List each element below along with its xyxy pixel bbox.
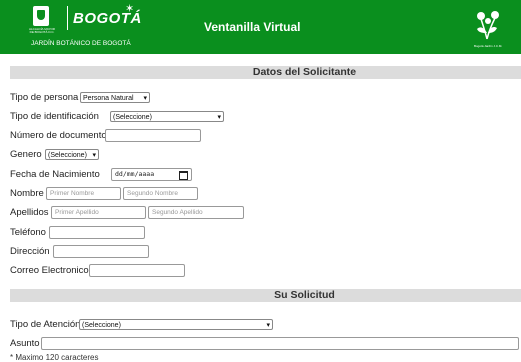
segundo-nombre-input[interactable]: Segundo Nombre bbox=[123, 187, 198, 200]
direccion-input[interactable] bbox=[53, 245, 149, 258]
primer-apellido-placeholder: Primer Apellido bbox=[55, 209, 99, 216]
chevron-down-icon: ▾ bbox=[217, 114, 221, 121]
tipo-id-select[interactable]: (Seleccione) ▾ bbox=[110, 111, 224, 122]
genero-label: Genero bbox=[10, 149, 42, 160]
direccion-row: Dirección bbox=[10, 245, 149, 259]
asunto-label: Asunto bbox=[10, 338, 40, 349]
section-title: Datos del Solicitante bbox=[252, 66, 357, 78]
tipo-atencion-value: (Seleccione) bbox=[82, 322, 121, 329]
correo-input[interactable] bbox=[89, 264, 185, 277]
telefono-row: Teléfono bbox=[10, 226, 145, 240]
section-header-solicitud: Su Solicitud bbox=[10, 289, 521, 302]
num-doc-input[interactable] bbox=[105, 129, 201, 142]
chevron-down-icon: ▾ bbox=[143, 95, 147, 102]
primer-apellido-input[interactable]: Primer Apellido bbox=[51, 206, 146, 219]
correo-row: Correo Electronico bbox=[10, 264, 185, 278]
telefono-input[interactable] bbox=[49, 226, 145, 239]
tipo-id-value: (Seleccione) bbox=[113, 114, 152, 121]
genero-value: (Seleccione) bbox=[48, 152, 87, 159]
star-figure-icon: ✶ bbox=[125, 3, 135, 15]
chevron-down-icon: ▾ bbox=[92, 152, 96, 159]
header-bar: ALCALDÍA MAYOR DE BOGOTÁ D.C. BOGOTÁ ✶ J… bbox=[0, 0, 521, 54]
apellidos-label: Apellidos bbox=[10, 207, 49, 218]
tipo-atencion-select[interactable]: (Seleccione) ▾ bbox=[79, 319, 273, 330]
tipo-atencion-label: Tipo de Atención bbox=[10, 319, 81, 330]
section-header-solicitante: Datos del Solicitante bbox=[10, 66, 521, 79]
tipo-persona-select[interactable]: Persona Natural ▾ bbox=[80, 92, 150, 103]
char-limit-note: * Maximo 120 caracteres bbox=[10, 353, 99, 362]
org-name: JARDÍN BOTÁNICO DE BOGOTÁ bbox=[31, 40, 131, 47]
chevron-down-icon: ▾ bbox=[266, 322, 270, 329]
tipo-atencion-row: Tipo de Atención (Seleccione) ▾ bbox=[10, 318, 273, 332]
nombre-label: Nombre bbox=[10, 188, 44, 199]
tipo-persona-value: Persona Natural bbox=[83, 95, 134, 102]
asunto-input[interactable] bbox=[41, 337, 519, 350]
direccion-label: Dirección bbox=[10, 246, 50, 257]
tipo-id-row: Tipo de identificación (Seleccione) ▾ bbox=[10, 110, 224, 124]
fecha-label: Fecha de Nacimiento bbox=[10, 169, 100, 180]
bogota-logo: ALCALDÍA MAYOR DE BOGOTÁ D.C. BOGOTÁ ✶ J… bbox=[27, 3, 157, 50]
tipo-persona-label: Tipo de persona bbox=[10, 92, 79, 103]
num-doc-label: Número de documento bbox=[10, 130, 107, 141]
segundo-nombre-placeholder: Segundo Nombre bbox=[127, 190, 178, 197]
app-title: Ventanilla Virtual bbox=[204, 20, 301, 34]
segundo-apellido-input[interactable]: Segundo Apellido bbox=[148, 206, 244, 219]
flower-logo-icon bbox=[477, 11, 499, 40]
num-doc-row: Número de documento bbox=[10, 129, 201, 143]
apellidos-row: Apellidos Primer Apellido Segundo Apelli… bbox=[10, 206, 244, 220]
primer-nombre-input[interactable]: Primer Nombre bbox=[46, 187, 121, 200]
tipo-id-label: Tipo de identificación bbox=[10, 111, 99, 122]
segundo-apellido-placeholder: Segundo Apellido bbox=[152, 209, 203, 216]
correo-label: Correo Electronico bbox=[10, 265, 89, 276]
primer-nombre-placeholder: Primer Nombre bbox=[50, 190, 95, 197]
fecha-placeholder: dd/mm/aaaa bbox=[115, 170, 155, 178]
genero-row: Genero (Seleccione) ▾ bbox=[10, 148, 99, 162]
flower-caption: Bogotá Jardín J.C.M. bbox=[474, 44, 503, 48]
telefono-label: Teléfono bbox=[10, 227, 46, 238]
nombre-row: Nombre Primer Nombre Segundo Nombre bbox=[10, 187, 198, 201]
section-title: Su Solicitud bbox=[274, 289, 335, 301]
asunto-row: Asunto bbox=[10, 337, 519, 351]
genero-select[interactable]: (Seleccione) ▾ bbox=[45, 149, 99, 160]
seal-icon bbox=[33, 6, 49, 26]
tipo-persona-row: Tipo de persona Persona Natural ▾ bbox=[10, 91, 150, 105]
logo-divider bbox=[67, 6, 68, 30]
fecha-row: Fecha de Nacimiento dd/mm/aaaa bbox=[10, 168, 192, 182]
seal-caption: ALCALDÍA MAYOR DE BOGOTÁ D.C. bbox=[29, 27, 55, 34]
fecha-input[interactable]: dd/mm/aaaa bbox=[111, 168, 192, 181]
calendar-icon[interactable] bbox=[179, 171, 188, 180]
